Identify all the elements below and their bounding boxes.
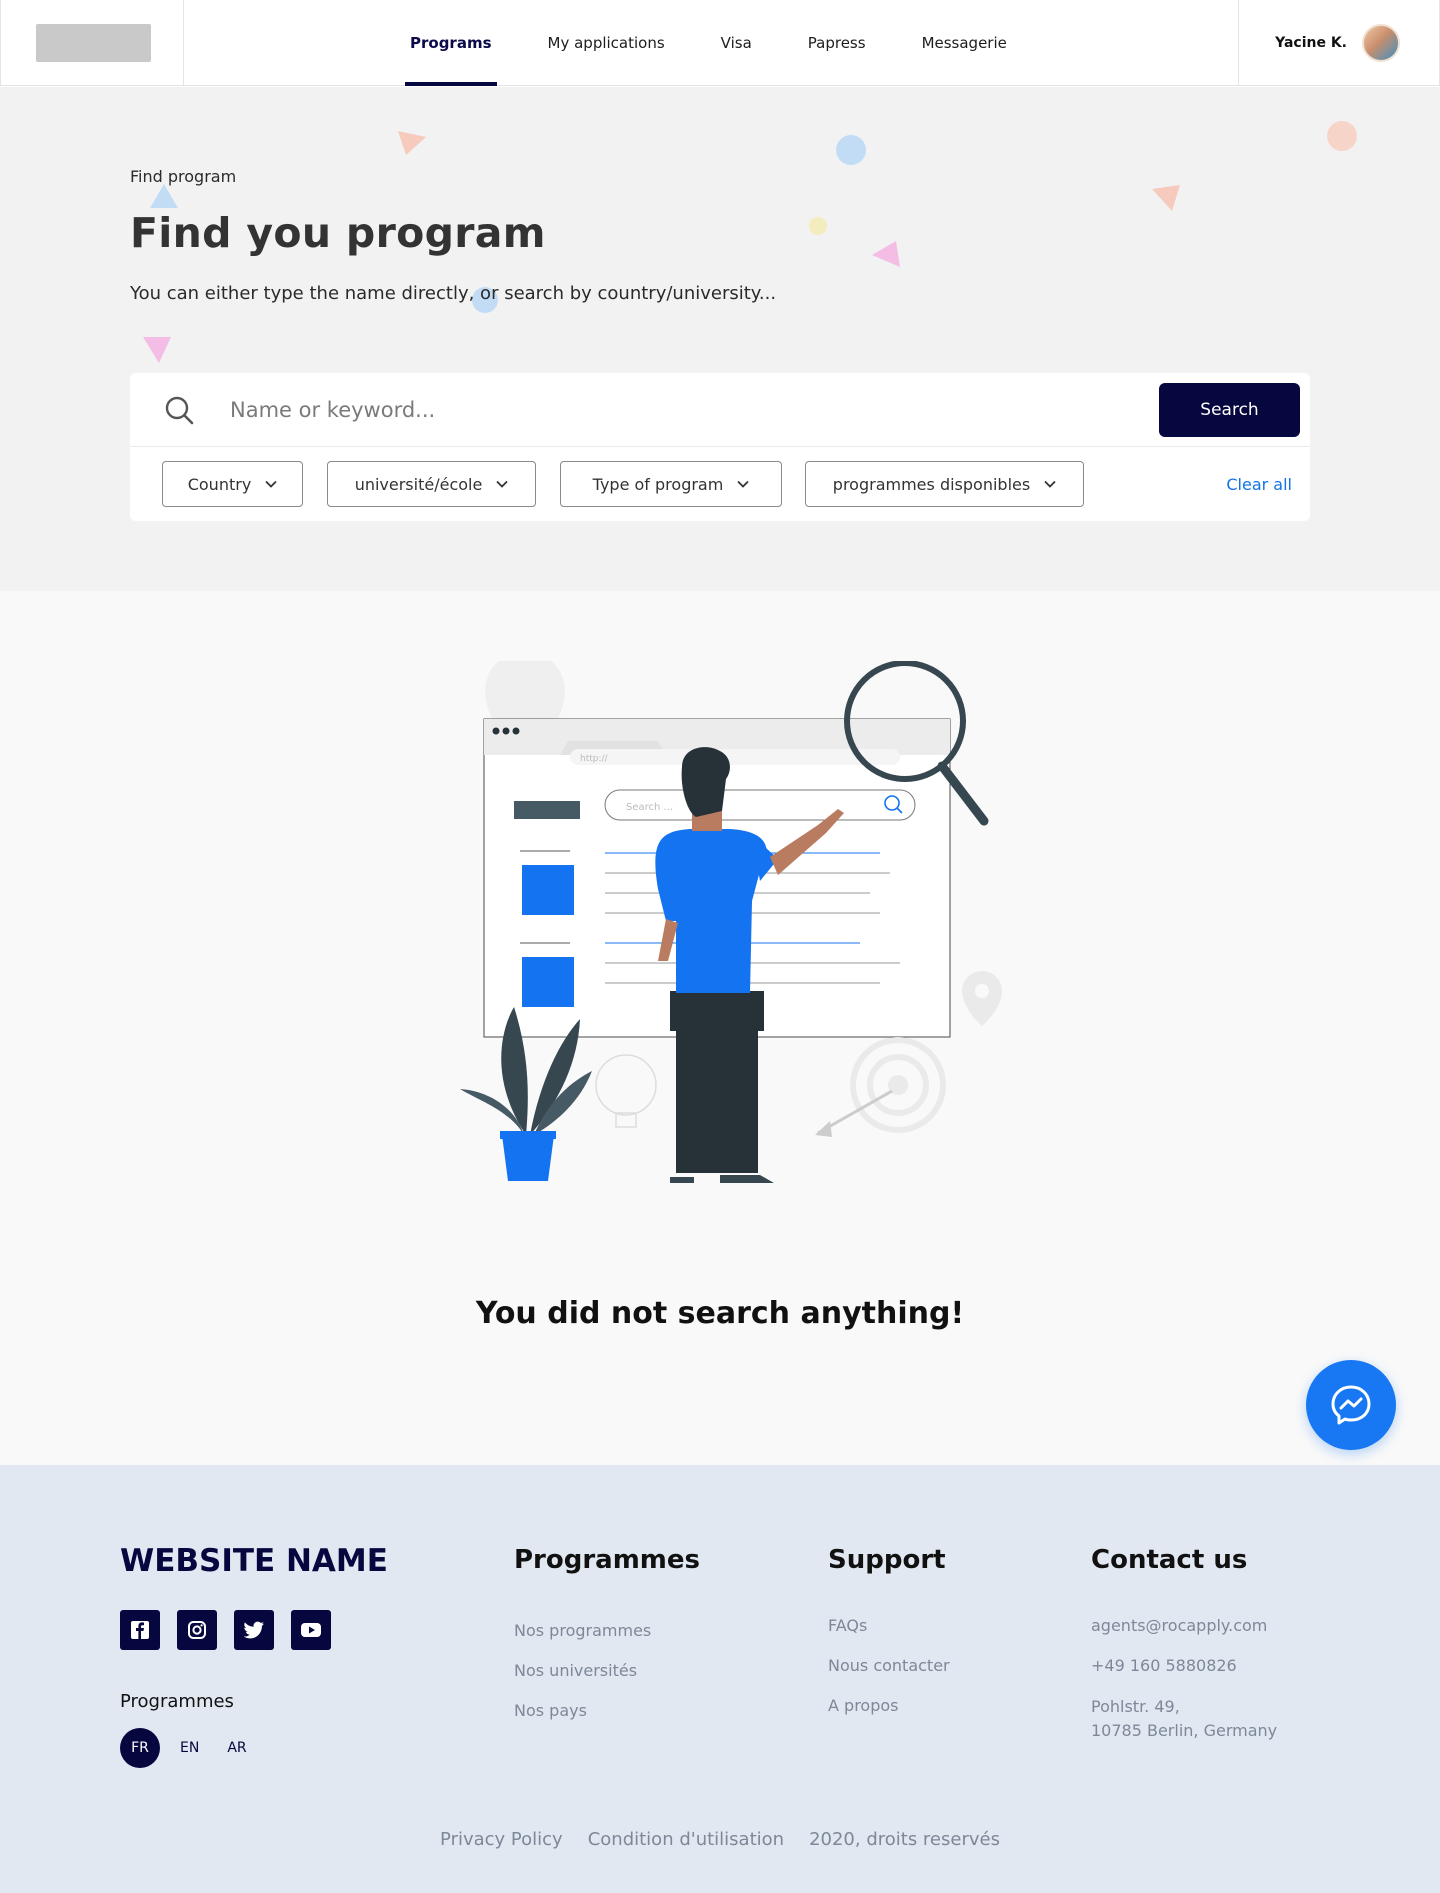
- user-menu[interactable]: Yacine K.: [1238, 0, 1439, 86]
- empty-state-message: You did not search anything!: [475, 1296, 965, 1331]
- nav-item-messagerie[interactable]: Messagerie: [917, 0, 1012, 86]
- terms-link[interactable]: Condition d'utilisation: [588, 1829, 784, 1850]
- language-switcher: FR EN AR: [120, 1728, 255, 1768]
- messenger-icon: [1331, 1385, 1371, 1425]
- program-type-filter[interactable]: Type of program: [560, 461, 782, 507]
- lang-en[interactable]: EN: [172, 1740, 207, 1756]
- language-section-title: Programmes: [120, 1691, 234, 1712]
- search-hero: Find program Find you program You can ei…: [0, 87, 1440, 591]
- contact-email[interactable]: agents@rocapply.com: [1091, 1616, 1267, 1635]
- available-programs-filter[interactable]: programmes disponibles: [805, 461, 1084, 507]
- search-icon: [165, 396, 194, 425]
- chevron-down-icon: [496, 480, 508, 488]
- university-filter[interactable]: université/école: [327, 461, 536, 507]
- nav-item-visa[interactable]: Visa: [716, 0, 757, 86]
- decor-triangle-peach: [1152, 185, 1180, 211]
- decor-triangle-pink: [872, 241, 900, 267]
- footer-link-contact[interactable]: Nous contacter: [828, 1656, 950, 1675]
- clear-all-link[interactable]: Clear all: [1226, 475, 1292, 494]
- nav-item-my-applications[interactable]: My applications: [543, 0, 670, 86]
- country-filter-label: Country: [187, 474, 252, 494]
- footer-brand: WEBSITE NAME: [120, 1543, 388, 1579]
- twitter-icon: [243, 1621, 264, 1639]
- lang-fr[interactable]: FR: [120, 1728, 160, 1768]
- avatar[interactable]: [1362, 24, 1400, 62]
- user-name: Yacine K.: [1275, 35, 1347, 51]
- footer-link-universities[interactable]: Nos universités: [514, 1661, 637, 1680]
- empty-search-illustration: http:// Search ...: [460, 661, 1002, 1183]
- footer-support-title: Support: [828, 1545, 946, 1575]
- messenger-chat-button[interactable]: [1306, 1360, 1396, 1450]
- social-links: [120, 1610, 331, 1650]
- decor-triangle-blue: [150, 184, 178, 208]
- facebook-link[interactable]: [120, 1610, 160, 1650]
- page-subtitle: You can either type the name directly, o…: [130, 283, 777, 304]
- facebook-icon: [131, 1621, 149, 1639]
- instagram-link[interactable]: [177, 1610, 217, 1650]
- nav-item-programs[interactable]: Programs: [405, 0, 497, 86]
- footer-bottom-links: Privacy Policy Condition d'utilisation 2…: [0, 1829, 1440, 1850]
- search-input[interactable]: [230, 389, 1050, 431]
- privacy-policy-link[interactable]: Privacy Policy: [440, 1829, 563, 1850]
- available-programs-filter-label: programmes disponibles: [832, 474, 1031, 494]
- twitter-link[interactable]: [234, 1610, 274, 1650]
- footer-link-countries[interactable]: Nos pays: [514, 1701, 587, 1720]
- youtube-link[interactable]: [291, 1610, 331, 1650]
- chevron-down-icon: [737, 480, 749, 488]
- search-bar: Search: [130, 373, 1310, 447]
- university-filter-label: université/école: [354, 474, 483, 494]
- footer-link-about[interactable]: A propos: [828, 1696, 898, 1715]
- decor-circle-blue: [836, 135, 866, 165]
- logo-placeholder[interactable]: [36, 24, 151, 62]
- top-navbar: Programs My applications Visa Papress Me…: [0, 0, 1440, 86]
- copyright-text: 2020, droits reservés: [809, 1829, 1000, 1850]
- decor-triangle-salmon: [398, 131, 426, 155]
- nav-item-papress[interactable]: Papress: [803, 0, 871, 86]
- contact-phone[interactable]: +49 160 5880826: [1091, 1656, 1237, 1675]
- decor-circle-yellow: [809, 217, 827, 235]
- footer-link-faqs[interactable]: FAQs: [828, 1616, 867, 1635]
- footer-link-programmes[interactable]: Nos programmes: [514, 1621, 651, 1640]
- site-footer: WEBSITE NAME Programmes FR EN AR Program…: [0, 1465, 1440, 1893]
- chevron-down-icon: [1044, 480, 1056, 488]
- footer-programmes-title: Programmes: [514, 1545, 701, 1575]
- decor-triangle-pink-left: [143, 337, 171, 363]
- page-eyebrow: Find program: [130, 167, 237, 186]
- contact-address-line1: Pohlstr. 49,: [1091, 1697, 1180, 1716]
- page-title: Find you program: [130, 209, 546, 257]
- search-button[interactable]: Search: [1159, 383, 1300, 437]
- footer-contact-title: Contact us: [1091, 1545, 1248, 1575]
- illustration-search-text: Search ...: [626, 802, 673, 813]
- contact-address-line2: 10785 Berlin, Germany: [1091, 1721, 1278, 1740]
- illustration-url-text: http://: [580, 754, 609, 764]
- main-nav: Programs My applications Visa Papress Me…: [405, 0, 1058, 86]
- country-filter[interactable]: Country: [162, 461, 303, 507]
- lang-ar[interactable]: AR: [219, 1740, 254, 1756]
- instagram-icon: [188, 1621, 206, 1639]
- chevron-down-icon: [265, 480, 277, 488]
- youtube-icon: [301, 1623, 321, 1637]
- search-card: Search Country université/école Type of …: [130, 373, 1310, 521]
- decor-circle-peach: [1327, 121, 1357, 151]
- logo-cell: [1, 0, 184, 86]
- filters-row: Country université/école Type of program…: [130, 447, 1310, 521]
- empty-state: http:// Search ... You did not search an…: [0, 591, 1440, 1465]
- program-type-filter-label: Type of program: [592, 474, 724, 494]
